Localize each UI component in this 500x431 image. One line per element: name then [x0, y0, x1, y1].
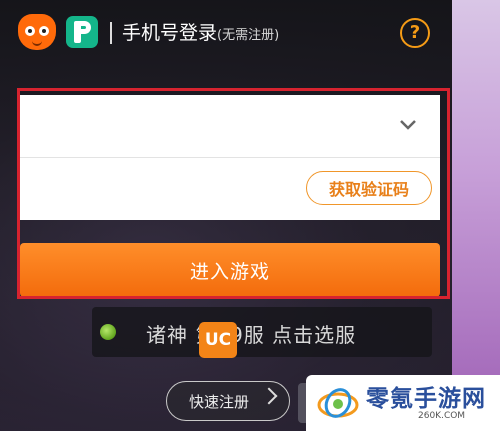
server-label: 诸神 第49服 点击选服: [146, 323, 357, 347]
chevron-right-icon: [260, 387, 278, 405]
watermark-site: 260K.COM: [418, 411, 466, 421]
login-header: 手机号登录(无需注册) ?: [0, 0, 452, 64]
watermark-name: 零氪手游网: [366, 386, 486, 412]
site-logo-icon: [317, 388, 359, 418]
header-divider: [110, 22, 112, 44]
highlight-frame: [17, 88, 450, 299]
help-icon[interactable]: ?: [400, 18, 430, 48]
login-panel: 手机号登录(无需注册) ? 获取验证码 进入游戏 诸神 第49服 点击选服 UC…: [0, 0, 452, 431]
ninegame-logo-icon: [18, 14, 56, 50]
server-selector[interactable]: 诸神 第49服 点击选服: [92, 307, 432, 357]
title-subtitle: (无需注册): [217, 28, 280, 43]
title-text: 手机号登录: [122, 22, 218, 44]
server-status-icon: [100, 324, 116, 340]
site-watermark: 零氪手游网 260K.COM: [306, 375, 500, 431]
quick-register-label: 快速注册: [189, 392, 250, 411]
uc-badge: UC: [199, 322, 237, 358]
quick-register-button[interactable]: 快速注册: [166, 381, 290, 421]
pp-logo-icon: [66, 16, 98, 48]
page-title: 手机号登录(无需注册): [122, 20, 279, 49]
game-artwork-background: [452, 0, 500, 431]
